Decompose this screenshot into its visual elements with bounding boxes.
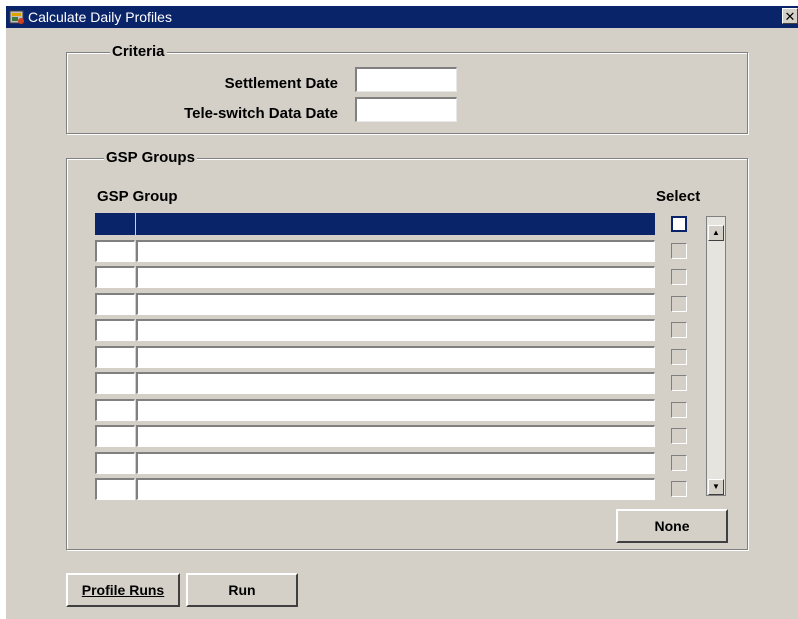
gsp-group-name-cell[interactable] <box>136 213 655 235</box>
select-checkbox[interactable] <box>671 243 687 259</box>
run-button[interactable]: Run <box>186 573 298 607</box>
table-row[interactable] <box>95 319 655 342</box>
select-checkbox[interactable] <box>671 296 687 312</box>
gsp-group-name-cell[interactable] <box>136 319 655 341</box>
gsp-group-code-cell[interactable] <box>95 346 135 368</box>
gsp-group-code-cell[interactable] <box>95 240 135 262</box>
none-button[interactable]: None <box>616 509 728 543</box>
gsp-group-name-cell[interactable] <box>136 293 655 315</box>
gsp-group-column-header: GSP Group <box>97 188 178 205</box>
table-row[interactable] <box>95 372 655 395</box>
gsp-group-name-cell[interactable] <box>136 452 655 474</box>
settlement-date-field[interactable] <box>355 67 457 92</box>
gsp-group-code-cell[interactable] <box>95 213 135 235</box>
settlement-date-label: Settlement Date <box>224 75 338 92</box>
profile-runs-button[interactable]: Profile Runs <box>66 573 180 607</box>
table-row[interactable] <box>95 452 655 475</box>
calculate-daily-profiles-window: Calculate Daily Profiles ✕ Criteria Sett… <box>6 6 798 619</box>
gsp-group-code-cell[interactable] <box>95 399 135 421</box>
gsp-group-code-cell[interactable] <box>95 478 135 500</box>
criteria-group-title: Criteria <box>110 43 167 60</box>
table-row[interactable] <box>95 346 655 369</box>
gsp-group-name-cell[interactable] <box>136 266 655 288</box>
gsp-group-name-cell[interactable] <box>136 399 655 421</box>
select-checkbox[interactable] <box>671 349 687 365</box>
select-column-header: Select <box>656 188 701 205</box>
select-checkbox[interactable] <box>671 402 687 418</box>
select-checkbox[interactable] <box>671 428 687 444</box>
gsp-group-code-cell[interactable] <box>95 425 135 447</box>
table-row[interactable] <box>95 478 655 501</box>
gsp-groups-group-title: GSP Groups <box>104 149 197 166</box>
table-row[interactable] <box>95 266 655 289</box>
gsp-group-name-cell[interactable] <box>136 372 655 394</box>
gsp-groups-scrollbar[interactable]: ▲ ▼ <box>706 216 726 496</box>
gsp-group-name-cell[interactable] <box>136 425 655 447</box>
select-checkbox[interactable] <box>671 455 687 471</box>
table-row[interactable] <box>95 293 655 316</box>
select-checkbox[interactable] <box>671 216 687 232</box>
table-row[interactable] <box>95 240 655 263</box>
gsp-group-name-cell[interactable] <box>136 346 655 368</box>
teleswitch-date-label: Tele-switch Data Date <box>184 105 338 122</box>
gsp-group-code-cell[interactable] <box>95 372 135 394</box>
scroll-down-icon[interactable]: ▼ <box>708 479 724 495</box>
title-bar[interactable]: Calculate Daily Profiles ✕ <box>6 6 798 28</box>
gsp-group-name-cell[interactable] <box>136 240 655 262</box>
teleswitch-date-field[interactable] <box>355 97 457 122</box>
select-checkbox[interactable] <box>671 481 687 497</box>
gsp-group-code-cell[interactable] <box>95 293 135 315</box>
select-checkbox[interactable] <box>671 269 687 285</box>
table-row[interactable] <box>95 399 655 422</box>
gsp-group-name-cell[interactable] <box>136 478 655 500</box>
close-icon[interactable]: ✕ <box>782 8 798 24</box>
gsp-group-code-cell[interactable] <box>95 319 135 341</box>
table-row[interactable] <box>95 213 655 236</box>
select-checkbox[interactable] <box>671 322 687 338</box>
gsp-group-code-cell[interactable] <box>95 266 135 288</box>
select-checkbox[interactable] <box>671 375 687 391</box>
gsp-group-code-cell[interactable] <box>95 452 135 474</box>
window-title: Calculate Daily Profiles <box>28 9 172 25</box>
scroll-up-icon[interactable]: ▲ <box>708 225 724 241</box>
table-row[interactable] <box>95 425 655 448</box>
app-form-icon <box>9 10 24 24</box>
